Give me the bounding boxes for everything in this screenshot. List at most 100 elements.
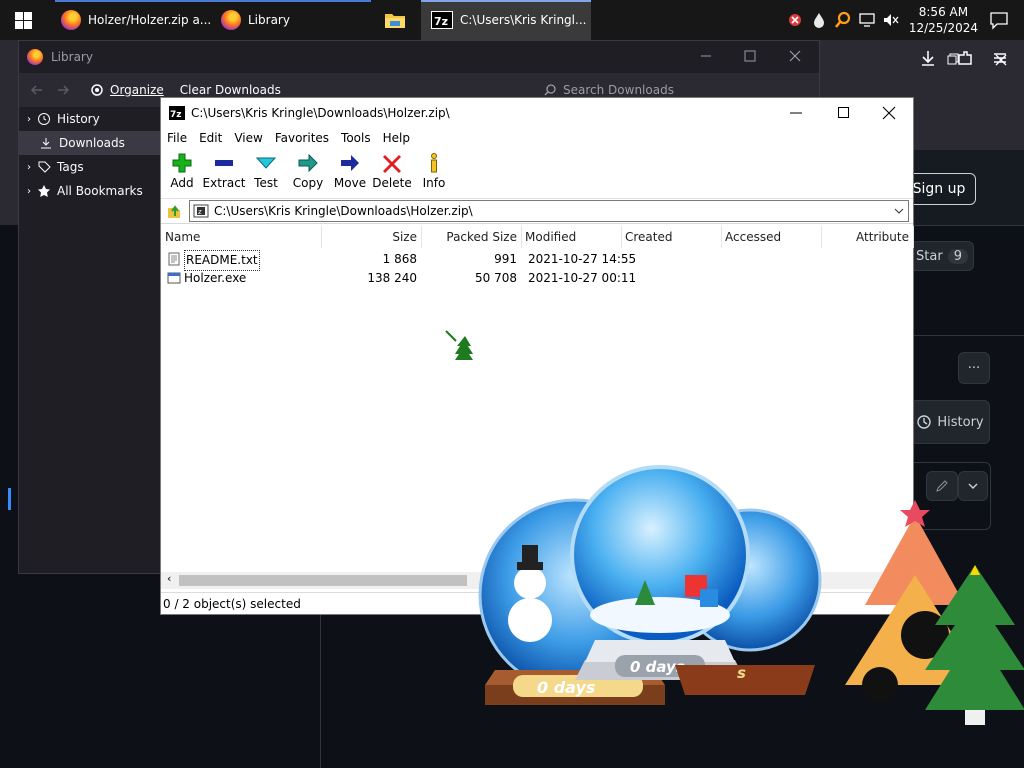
address-input[interactable]: z C:\Users\Kris Kringle\Downloads\Holzer…: [189, 200, 909, 222]
menu-file[interactable]: File: [161, 131, 193, 145]
copy-button[interactable]: Copy: [287, 148, 329, 190]
exe-file-icon: [167, 272, 181, 284]
library-sidebar: › History Downloads › Tags › All Bookmar…: [19, 107, 160, 203]
file-size: 1 868: [382, 252, 417, 266]
clock-time: 8:56 AM: [918, 5, 969, 19]
sidebar-item-history[interactable]: › History: [19, 107, 160, 131]
delete-button[interactable]: Delete: [371, 148, 413, 190]
taskbar-item-7zip[interactable]: 7z C:\Users\Kris Kringl...: [421, 0, 591, 40]
forward-arrow-icon[interactable]: [55, 82, 71, 98]
column-header-accessed[interactable]: Accessed: [721, 226, 822, 248]
move-icon: [341, 155, 359, 171]
7zip-titlebar: 7z C:\Users\Kris Kringle\Downloads\Holze…: [161, 98, 913, 128]
volume-muted-icon[interactable]: [881, 10, 901, 30]
move-button[interactable]: Move: [329, 148, 371, 190]
minimize-icon[interactable]: [789, 106, 803, 120]
chevron-down-icon: [968, 483, 978, 489]
history-label: History: [937, 414, 984, 430]
firefox-icon: [61, 10, 81, 30]
clock[interactable]: 8:56 AM 12/25/2024: [909, 4, 978, 36]
test-button[interactable]: Test: [245, 148, 287, 190]
maximize-icon[interactable]: [837, 106, 851, 120]
extract-icon: [215, 160, 233, 166]
toolbar-label: Add: [170, 176, 194, 190]
close-icon[interactable]: [788, 49, 802, 63]
back-arrow-icon[interactable]: [29, 82, 45, 98]
network-icon[interactable]: [857, 10, 877, 30]
sidebar-item-label: All Bookmarks: [57, 184, 143, 198]
notification-icon[interactable]: [988, 10, 1010, 30]
maximize-icon[interactable]: [743, 49, 757, 63]
library-titlebar: Library: [19, 41, 819, 73]
menu-edit[interactable]: Edit: [193, 131, 228, 145]
drop-icon[interactable]: [809, 10, 829, 30]
history-button[interactable]: History: [910, 400, 990, 444]
search-app-icon[interactable]: [833, 10, 853, 30]
file-packed-size: 50 708: [475, 271, 517, 285]
info-button[interactable]: Info: [413, 148, 455, 190]
scroll-left-icon[interactable]: ‹: [167, 572, 171, 585]
star-button[interactable]: Star 9: [910, 241, 974, 271]
search-icon: [544, 84, 556, 96]
column-header-name[interactable]: Name: [161, 226, 322, 248]
close-icon[interactable]: [882, 106, 896, 120]
firefox-icon: [221, 10, 241, 30]
tag-icon: [38, 161, 51, 173]
clock-icon: [917, 415, 932, 429]
close-icon[interactable]: [994, 53, 1008, 67]
sidebar-item-tags[interactable]: › Tags: [19, 155, 160, 179]
column-header-created[interactable]: Created: [621, 226, 722, 248]
extract-button[interactable]: Extract: [202, 148, 246, 190]
menu-tools[interactable]: Tools: [335, 131, 377, 145]
zip-folder-icon: z: [193, 204, 209, 218]
active-indicator: [215, 0, 371, 2]
search-placeholder: Search Downloads: [563, 83, 674, 97]
column-header-attribute[interactable]: Attribute: [821, 226, 914, 248]
toolbar-label: Extract: [202, 176, 246, 190]
clock-icon: [38, 113, 50, 125]
download-icon: [41, 138, 51, 149]
toolbar-label: Info: [422, 176, 446, 190]
text-file-icon: [168, 252, 180, 266]
table-row[interactable]: Holzer.exe 138 240 50 708 2021-10-27 00:11: [161, 269, 913, 288]
active-indicator: [55, 0, 216, 2]
column-header-packed-size[interactable]: Packed Size: [421, 226, 522, 248]
expand-arrow-icon: ›: [27, 113, 31, 125]
copy-icon: [298, 153, 318, 173]
restore-icon[interactable]: [946, 52, 960, 66]
menu-favorites[interactable]: Favorites: [269, 131, 335, 145]
scrollbar-thumb[interactable]: [179, 575, 467, 586]
windows-security-icon[interactable]: [785, 10, 805, 30]
table-row[interactable]: README.txt 1 868 991 2021-10-27 14:55: [161, 250, 913, 271]
column-header-modified[interactable]: Modified: [521, 226, 622, 248]
minimize-icon[interactable]: [699, 49, 713, 63]
star-count: 9: [947, 248, 968, 264]
taskbar-item-file-explorer[interactable]: [375, 0, 415, 40]
sidebar-item-all-bookmarks[interactable]: › All Bookmarks: [19, 179, 160, 203]
star-icon: [38, 185, 50, 197]
taskbar-item-library[interactable]: Library: [215, 0, 371, 40]
snow-globes-decoration: 0 days 0 days s: [478, 465, 822, 705]
taskbar-item-firefox-holzer[interactable]: Holzer/Holzer.zip a...: [55, 0, 216, 40]
file-name: README.txt: [184, 250, 260, 271]
up-folder-icon[interactable]: [165, 202, 183, 220]
organize-button[interactable]: Organize: [89, 82, 164, 98]
window-title: C:\Users\Kris Kringle\Downloads\Holzer.z…: [191, 106, 450, 120]
sidebar-item-downloads[interactable]: Downloads: [19, 131, 160, 155]
7zip-toolbar: Add Extract Test Copy Move Delete Info: [161, 148, 913, 199]
download-icon[interactable]: [918, 48, 938, 68]
clear-downloads-button[interactable]: Clear Downloads: [180, 83, 281, 97]
file-modified: 2021-10-27 00:11: [528, 271, 637, 285]
taskbar: Holzer/Holzer.zip a... Library 7z C:\Use…: [0, 0, 1024, 40]
info-icon: [431, 153, 437, 173]
clock-date: 12/25/2024: [908, 21, 978, 35]
svg-text:z: z: [198, 208, 202, 216]
active-indicator: [421, 0, 591, 2]
add-button[interactable]: Add: [161, 148, 203, 190]
chevron-down-icon[interactable]: [894, 206, 904, 216]
menu-view[interactable]: View: [228, 131, 268, 145]
column-header-size[interactable]: Size: [321, 226, 422, 248]
menu-help[interactable]: Help: [377, 131, 416, 145]
more-options-button[interactable]: ···: [958, 352, 990, 384]
windows-start-icon[interactable]: [15, 12, 32, 29]
